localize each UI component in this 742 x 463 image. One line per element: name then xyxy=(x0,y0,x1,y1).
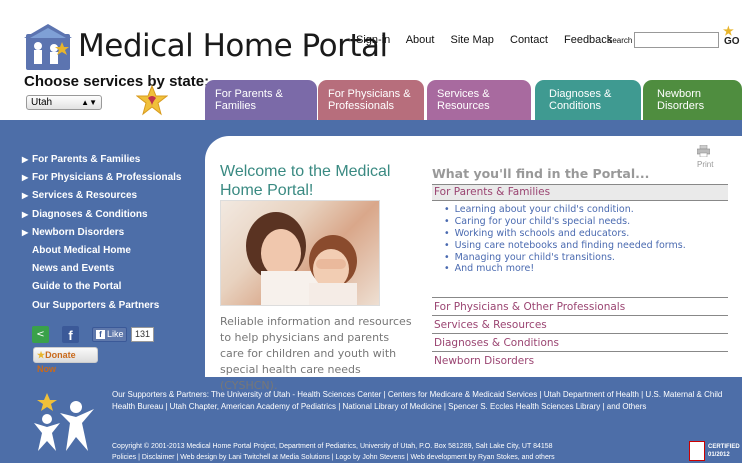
list-item[interactable]: Caring for your child's special needs. xyxy=(444,216,686,228)
tab-newborn-disorders[interactable]: Newborn Disorders xyxy=(643,80,742,120)
list-item[interactable]: Learning about your child's condition. xyxy=(444,204,686,216)
welcome-title: Welcome to the Medical Home Portal! xyxy=(220,163,391,199)
mother-child-photo xyxy=(220,200,380,306)
sidebar-item-physicians-professionals[interactable]: ▶ For Physicians & Professionals xyxy=(22,172,182,190)
nav-sign-in[interactable]: Sign-in xyxy=(356,34,390,46)
search-label: Search xyxy=(607,36,633,45)
copyright-text: Copyright © 2001-2013 Medical Home Porta… xyxy=(112,441,672,463)
sidebar-item-services-resources[interactable]: ▶ Services & Resources xyxy=(22,190,182,208)
expand-triangle-icon: ▶ xyxy=(22,227,29,237)
select-arrows-icon: ▲▼ xyxy=(81,98,97,107)
sidebar-item-guide-portal[interactable]: Guide to the Portal xyxy=(22,281,182,299)
tab-diagnoses-conditions[interactable]: Diagnoses & Conditions xyxy=(535,80,641,120)
star-icon xyxy=(136,84,168,116)
expand-triangle-icon: ▶ xyxy=(22,155,29,164)
nav-contact[interactable]: Contact xyxy=(510,34,548,46)
certified-date: 01/2012 xyxy=(708,452,730,458)
donate-button[interactable]: ★Donate Now xyxy=(33,347,98,374)
list-item[interactable]: Managing your child's transitions. xyxy=(444,252,686,264)
like-count: 131 xyxy=(131,327,155,342)
section-services-resources[interactable]: Services & Resources xyxy=(432,316,728,334)
facebook-small-icon: f xyxy=(96,330,105,339)
section-parents-families[interactable]: For Parents & Families xyxy=(432,184,728,201)
tab-parents-families[interactable]: For Parents & Families xyxy=(205,80,317,120)
share-icon[interactable]: < xyxy=(32,326,49,343)
section-newborn-disorders[interactable]: Newborn Disorders xyxy=(432,352,728,370)
hon-logo-icon xyxy=(689,441,705,461)
section-physicians-professionals[interactable]: For Physicians & Other Professionals xyxy=(432,297,728,316)
nav-site-map[interactable]: Site Map xyxy=(451,34,494,46)
expand-triangle-icon: ▶ xyxy=(22,173,29,183)
list-item[interactable]: Using care notebooks and finding needed … xyxy=(444,240,686,252)
list-item[interactable]: Working with schools and educators. xyxy=(444,228,686,240)
top-nav: Sign-in About Site Map Contact Feedback xyxy=(356,34,625,46)
kids-logo-icon xyxy=(34,393,94,451)
hon-certified-badge[interactable]: CERTIFIED 01/2012 xyxy=(689,441,741,461)
go-button[interactable]: ★ GO xyxy=(720,24,740,50)
expand-triangle-icon: ▶ xyxy=(22,191,29,201)
supporters-partners-text: Our Supporters & Partners: The Universit… xyxy=(112,390,723,411)
sidebar-item-parents-families[interactable]: ▶ For Parents & Families xyxy=(22,154,182,172)
tab-physicians-professionals[interactable]: For Physicians & Professionals xyxy=(318,80,424,120)
donate-star-icon: ★ xyxy=(37,350,46,360)
facebook-icon[interactable]: f xyxy=(62,326,79,343)
print-label[interactable]: Print xyxy=(697,160,713,169)
sidebar-item-news-events[interactable]: News and Events xyxy=(22,263,182,281)
nav-about[interactable]: About xyxy=(406,34,435,46)
choose-state-label: Choose services by state: xyxy=(24,73,210,90)
state-select[interactable]: Utah ▲▼ xyxy=(26,95,102,110)
site-logo-text[interactable]: Medical Home Portal xyxy=(78,28,388,64)
tab-services-resources[interactable]: Services & Resources xyxy=(427,80,531,120)
parents-list: Learning about your child's condition. C… xyxy=(444,204,686,275)
printer-icon[interactable] xyxy=(697,145,710,157)
expand-triangle-icon: ▶ xyxy=(22,209,29,219)
copyright-line: Copyright © 2001-2013 Medical Home Porta… xyxy=(112,443,553,450)
section-diagnoses-conditions[interactable]: Diagnoses & Conditions xyxy=(432,334,728,352)
find-in-portal-heading: What you'll find in the Portal... xyxy=(432,166,650,181)
family-logo-icon[interactable] xyxy=(24,24,72,72)
sidebar-item-diagnoses-conditions[interactable]: ▶ Diagnoses & Conditions xyxy=(22,209,182,227)
intro-text: Reliable information and resources to he… xyxy=(220,315,412,392)
search-input[interactable] xyxy=(634,32,719,48)
sidebar-item-about-medical-home[interactable]: About Medical Home xyxy=(22,245,182,263)
certified-label: CERTIFIED xyxy=(708,444,740,450)
facebook-like-button[interactable]: f Like xyxy=(92,327,127,342)
nav-feedback[interactable]: Feedback xyxy=(564,34,612,46)
list-item[interactable]: And much more! xyxy=(444,263,686,275)
state-select-value: Utah xyxy=(31,97,53,108)
sidebar-item-supporters-partners[interactable]: Our Supporters & Partners xyxy=(22,300,182,318)
sidebar: ▶ For Parents & Families ▶ For Physicians … xyxy=(22,154,182,318)
policies-line[interactable]: Policies | Disclaimer | Web design by La… xyxy=(112,452,672,463)
sidebar-item-newborn-disorders[interactable]: ▶ Newborn Disorders xyxy=(22,227,182,245)
